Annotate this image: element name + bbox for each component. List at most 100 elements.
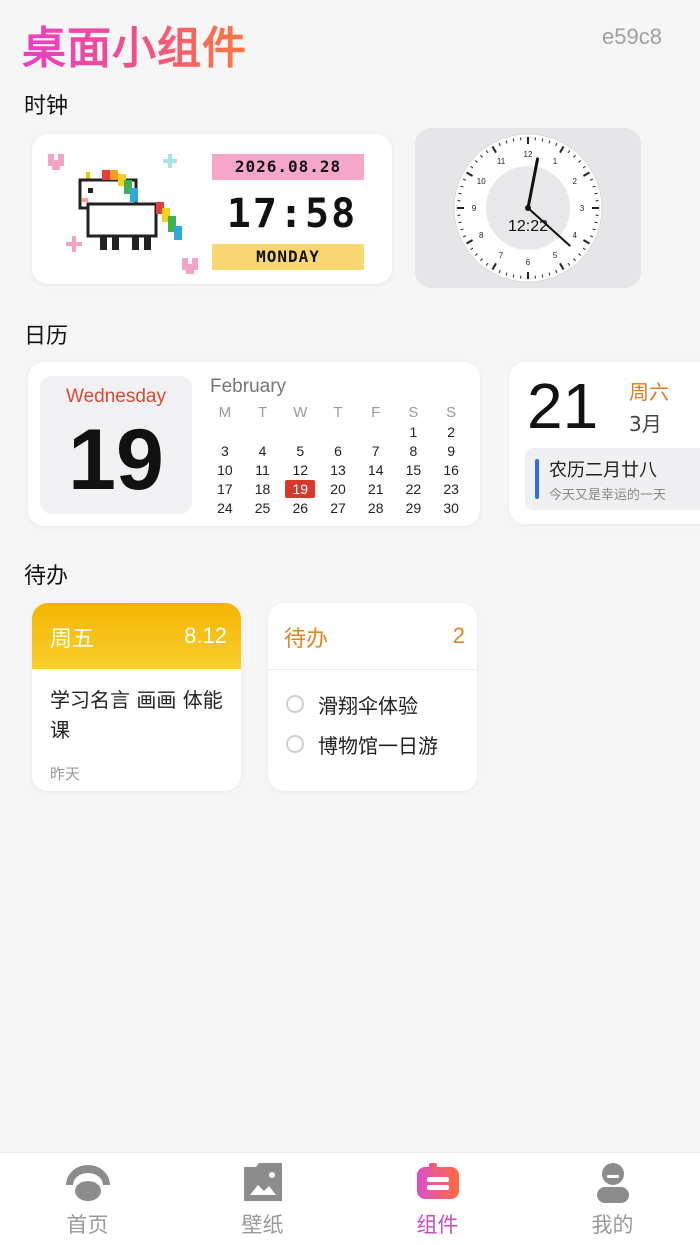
wallpaper-icon <box>238 1161 288 1205</box>
calendar-day-cell[interactable]: 1 <box>395 423 433 441</box>
calendar-header-cell: S <box>432 404 470 422</box>
calendar-day-cell[interactable]: 5 <box>281 442 319 460</box>
calendar-day-cell[interactable]: 25 <box>244 499 282 517</box>
app-title: 桌面小组件 <box>22 12 247 76</box>
calendar-day-cell[interactable]: 24 <box>206 499 244 517</box>
date-number: 21 <box>527 364 598 448</box>
date-month: 3月 <box>629 408 662 437</box>
calendar-day-cell[interactable]: 11 <box>244 461 282 479</box>
todo-title: 待办 <box>284 621 328 653</box>
calendar-header-cell: T <box>244 404 282 422</box>
nav-item-widgets[interactable]: 组件 <box>350 1153 525 1245</box>
calendar-day-cell[interactable]: 29 <box>395 499 433 517</box>
bottom-nav: 首页 壁纸 组件 我的 <box>0 1152 700 1245</box>
calendar-day-cell[interactable]: 2 <box>432 423 470 441</box>
calendar-day-cell[interactable]: 15 <box>395 461 433 479</box>
calendar-header-cell: T <box>319 404 357 422</box>
pixel-weekday: MONDAY <box>212 244 364 270</box>
day-panel: Wednesday 19 <box>40 376 192 514</box>
calendar-day-cell <box>244 423 282 441</box>
calendar-day-cell[interactable]: 22 <box>395 480 433 498</box>
calendar-day-cell[interactable]: 7 <box>357 442 395 460</box>
calendar-day-cell[interactable]: 8 <box>395 442 433 460</box>
clock-numeral: 7 <box>499 251 504 260</box>
nav-label-home: 首页 <box>0 1209 175 1239</box>
month-name: February <box>210 376 286 398</box>
analog-clock-face: 121234567891011 <box>448 132 608 284</box>
calendar-day-cell[interactable]: 26 <box>281 499 319 517</box>
calendar-day-cell[interactable]: 28 <box>357 499 395 517</box>
calendar-day-cell[interactable]: 20 <box>319 480 357 498</box>
calendar-day-cell[interactable]: 27 <box>319 499 357 517</box>
nav-label-profile: 我的 <box>525 1209 700 1239</box>
calendar-day-cell[interactable]: 16 <box>432 461 470 479</box>
weekday-name: Wednesday <box>40 386 192 408</box>
calendar-day-cell[interactable]: 3 <box>206 442 244 460</box>
calendar-day-cell[interactable]: 18 <box>244 480 282 498</box>
calendar-header-cell: S <box>395 404 433 422</box>
calendar-day-cell[interactable]: 6 <box>319 442 357 460</box>
calendar-day-cell[interactable]: 30 <box>432 499 470 517</box>
pixel-date: 2026.08.28 <box>212 154 364 180</box>
calendar-grid: MTWTFSS123456789101112131415161718192021… <box>206 404 470 517</box>
lunar-subtitle: 今天又是幸运的一天 <box>549 484 666 503</box>
calendar-header-cell: M <box>206 404 244 422</box>
todo-checkbox[interactable] <box>286 695 304 713</box>
clock-minute-tick <box>542 275 543 278</box>
clock-numeral: 9 <box>472 204 477 213</box>
calendar-day-cell[interactable]: 23 <box>432 480 470 498</box>
clock-numeral: 11 <box>497 157 506 166</box>
calendar-day-cell[interactable]: 17 <box>206 480 244 498</box>
todo-checkbox[interactable] <box>286 735 304 753</box>
todo-widget[interactable]: 待办 2 滑翔伞体验 博物馆一日游 <box>268 603 477 791</box>
note-timestamp: 昨天 <box>50 763 80 784</box>
todo-divider <box>268 669 477 670</box>
lunar-box: 农历二月廿八 今天又是幸运的一天 <box>525 448 700 510</box>
date-widget[interactable]: 21 周六 3月 农历二月廿八 今天又是幸运的一天 <box>509 362 700 524</box>
analog-clock-widget[interactable]: 121234567891011 12:22 <box>415 128 641 288</box>
pixel-unicorn-icon <box>44 148 204 278</box>
nav-label-wallpaper: 壁纸 <box>175 1209 350 1239</box>
section-title-calendar: 日历 <box>24 318 68 350</box>
calendar-day-cell[interactable]: 9 <box>432 442 470 460</box>
clock-minute-tick <box>513 139 514 142</box>
nav-label-widgets: 组件 <box>350 1209 525 1239</box>
lunar-accent-bar <box>535 459 539 499</box>
nav-item-home[interactable]: 首页 <box>0 1153 175 1245</box>
clock-digital-readout: 12:22 <box>415 218 641 236</box>
clock-numeral: 3 <box>580 204 585 213</box>
widget-icon <box>413 1161 463 1205</box>
date-weekday: 周六 <box>629 376 669 405</box>
calendar-day-cell[interactable]: 13 <box>319 461 357 479</box>
user-id: e59c8 <box>602 24 662 50</box>
todo-item[interactable]: 博物馆一日游 <box>286 729 438 759</box>
calendar-header-cell: W <box>281 404 319 422</box>
todo-item[interactable]: 滑翔伞体验 <box>286 689 418 719</box>
nav-item-wallpaper[interactable]: 壁纸 <box>175 1153 350 1245</box>
calendar-day-cell[interactable]: 14 <box>357 461 395 479</box>
clock-minute-tick <box>542 139 543 142</box>
clock-minute-tick <box>459 193 462 194</box>
lunar-date: 农历二月廿八 <box>549 456 657 482</box>
pixel-clock-widget[interactable]: 2026.08.28 17:58 MONDAY <box>32 134 392 284</box>
profile-icon <box>588 1161 638 1205</box>
calendar-day-cell <box>281 423 319 441</box>
pixel-time: 17:58 <box>212 186 372 242</box>
home-dome-icon <box>63 1161 113 1205</box>
todo-count: 2 <box>453 623 465 649</box>
month-calendar-widget[interactable]: Wednesday 19 February MTWTFSS12345678910… <box>28 362 480 526</box>
clock-numeral: 5 <box>553 251 558 260</box>
calendar-day-cell[interactable]: 4 <box>244 442 282 460</box>
note-header: 周五 8.12 <box>32 603 241 669</box>
nav-item-profile[interactable]: 我的 <box>525 1153 700 1245</box>
calendar-day-cell <box>319 423 357 441</box>
todo-item-label: 滑翔伞体验 <box>318 690 418 719</box>
calendar-day-cell[interactable]: 21 <box>357 480 395 498</box>
calendar-today-cell[interactable]: 19 <box>285 480 315 498</box>
calendar-day-cell[interactable]: 12 <box>281 461 319 479</box>
section-title-todo: 待办 <box>24 558 68 590</box>
note-widget[interactable]: 周五 8.12 学习名言 画画 体能课 昨天 <box>32 603 241 791</box>
calendar-day-cell <box>357 423 395 441</box>
calendar-day-cell[interactable]: 10 <box>206 461 244 479</box>
clock-numeral: 1 <box>553 157 558 166</box>
